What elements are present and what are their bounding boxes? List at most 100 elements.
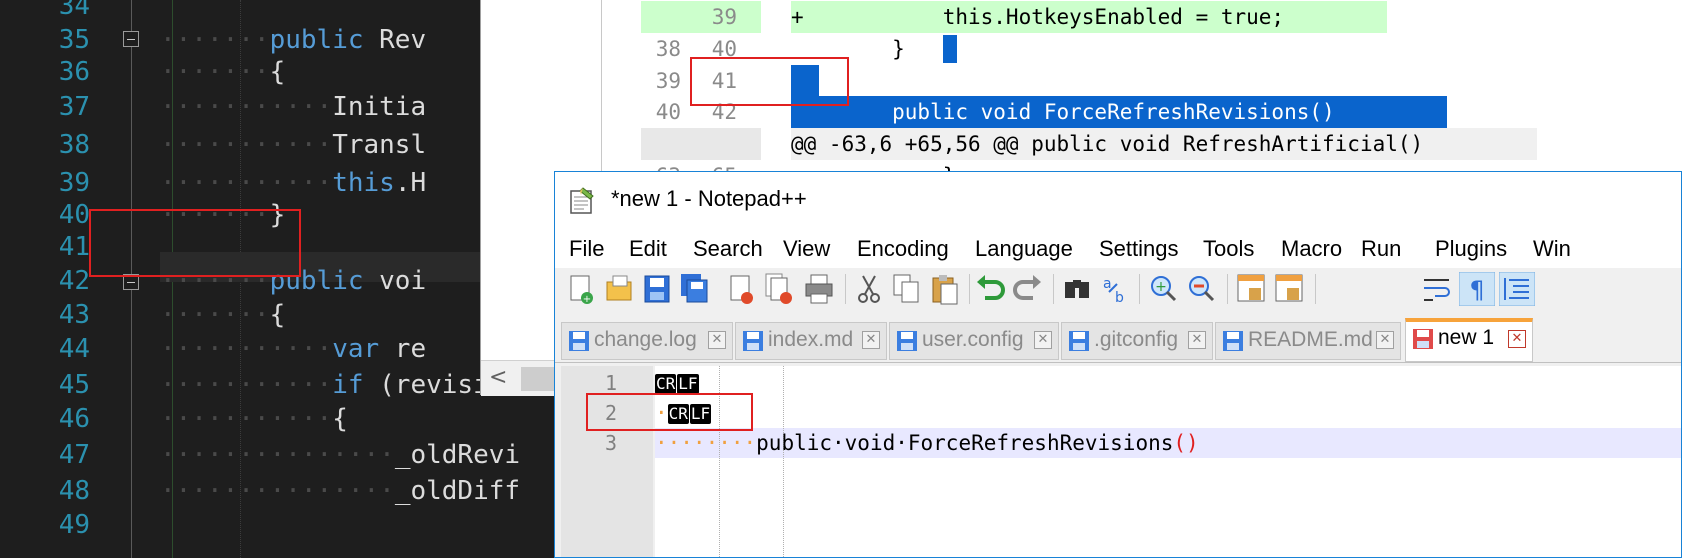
save-icon[interactable] xyxy=(641,272,673,306)
whitespace-dots: ··········· xyxy=(160,370,333,400)
paste-icon[interactable] xyxy=(929,272,961,306)
menu-search[interactable]: Search xyxy=(693,236,763,262)
line-number: 42 xyxy=(58,266,90,296)
menu-file[interactable]: File xyxy=(569,236,604,262)
menu-settings[interactable]: Settings xyxy=(1099,236,1179,262)
word-wrap-icon[interactable] xyxy=(1421,272,1453,306)
scroll-left-icon[interactable]: < xyxy=(489,365,507,390)
find-icon[interactable] xyxy=(1061,272,1093,306)
svg-text:+: + xyxy=(583,294,591,305)
open-file-icon[interactable] xyxy=(603,272,635,306)
code-text: ···········{ xyxy=(160,402,348,436)
diff-row[interactable]: 39 + this.HotkeysEnabled = true; xyxy=(641,1,1682,33)
tab-readme-md[interactable]: README.md ✕ xyxy=(1215,322,1401,360)
tab-label: user.config xyxy=(922,328,1024,351)
code-text: ·······public Rev xyxy=(160,23,426,57)
keyword: this xyxy=(332,168,395,198)
whitespace-dots: ··········· xyxy=(160,168,333,198)
menu-plugins[interactable]: Plugins xyxy=(1435,236,1507,262)
identifier: Initia xyxy=(332,92,427,122)
close-tab-icon[interactable]: ✕ xyxy=(1188,331,1206,349)
copy-icon[interactable] xyxy=(891,272,923,306)
whitespace-dots: ········ xyxy=(655,431,757,455)
identifier: Transl xyxy=(332,130,427,160)
code-line: 46 ···········{ xyxy=(0,402,600,436)
tab-change-log[interactable]: change.log ✕ xyxy=(561,322,733,360)
toolbar-separator xyxy=(1139,274,1140,304)
identifier: { xyxy=(332,404,348,434)
zoom-in-icon[interactable]: + xyxy=(1147,272,1179,306)
identifier: re xyxy=(379,334,427,364)
new-line-number: 39 xyxy=(711,5,737,29)
menu-macro[interactable]: Macro xyxy=(1281,236,1342,262)
notepad-app-icon xyxy=(570,187,594,214)
file-saved-icon xyxy=(1413,329,1433,349)
old-line-number: 39 xyxy=(655,69,681,93)
line-number: 39 xyxy=(58,168,90,198)
undo-icon[interactable] xyxy=(975,272,1007,306)
old-line-number: 38 xyxy=(655,37,681,61)
file-saved-icon xyxy=(1069,331,1089,351)
menu-view[interactable]: View xyxy=(783,236,830,262)
menu-run[interactable]: Run xyxy=(1361,236,1401,262)
tab-index-md[interactable]: index.md ✕ xyxy=(735,322,887,360)
close-tab-icon[interactable]: ✕ xyxy=(1376,331,1394,349)
identifier: Rev xyxy=(363,25,427,55)
diff-text: @@ -63,6 +65,56 @@ public void RefreshAr… xyxy=(791,128,1537,160)
line-number: 36 xyxy=(58,57,90,87)
close-file-icon[interactable] xyxy=(725,272,757,306)
code-text: ···········if (revision xyxy=(160,368,520,402)
whitespace-dots: ··········· xyxy=(160,92,333,122)
menu-edit[interactable]: Edit xyxy=(629,236,667,262)
text-line[interactable]: ·CR LF xyxy=(655,398,1681,428)
show-all-characters-icon[interactable]: ¶ xyxy=(1459,272,1495,306)
replace-icon[interactable]: ab xyxy=(1099,272,1131,306)
code-text: ···········this.H xyxy=(160,166,426,200)
keyword: var xyxy=(332,334,380,364)
text-line[interactable]: CR LF xyxy=(655,368,1681,398)
diff-row[interactable]: @@ -63,6 +65,56 @@ public void RefreshAr… xyxy=(641,128,1682,160)
menu-language[interactable]: Language xyxy=(975,236,1073,262)
code-text: ···············_oldRevi xyxy=(160,438,520,472)
diff-text: public void ForceRefreshRevisions() xyxy=(791,96,1447,128)
redo-icon[interactable] xyxy=(1011,272,1043,306)
print-icon[interactable] xyxy=(803,272,835,306)
close-tab-icon[interactable]: ✕ xyxy=(862,331,880,349)
indent-guide-icon[interactable] xyxy=(1499,272,1535,306)
paren-highlight: () xyxy=(1173,431,1199,455)
cut-icon[interactable] xyxy=(853,272,885,306)
annotation-box xyxy=(586,393,753,431)
tab--gitconfig[interactable]: .gitconfig ✕ xyxy=(1061,322,1213,360)
new-file-icon[interactable]: + xyxy=(565,272,597,306)
close-tab-icon[interactable]: ✕ xyxy=(708,331,726,349)
identifier: _oldDiff xyxy=(394,476,521,506)
keyword: if xyxy=(332,370,364,400)
save-all-icon[interactable] xyxy=(679,272,711,306)
sync-horizontal-icon[interactable] xyxy=(1273,272,1305,306)
toolbar-separator xyxy=(1315,274,1316,304)
tab-bar: change.log ✕ index.md ✕ user.config ✕ .gitconf… xyxy=(555,318,1681,363)
menu-encoding[interactable]: Encoding xyxy=(857,236,949,262)
svg-text:¶: ¶ xyxy=(1469,276,1484,304)
tab-label: .gitconfig xyxy=(1094,328,1179,351)
sync-vertical-icon[interactable] xyxy=(1235,272,1267,306)
identifier: _oldRevi xyxy=(394,440,521,470)
whitespace-dots: ··········· xyxy=(160,130,333,160)
zoom-out-icon[interactable] xyxy=(1185,272,1217,306)
notepad-plus-plus-window[interactable]: *new 1 - Notepad++ File Edit Search View Enc… xyxy=(554,171,1682,558)
close-tab-icon[interactable]: ✕ xyxy=(1034,331,1052,349)
tab-user-config[interactable]: user.config ✕ xyxy=(889,322,1059,360)
close-tab-icon[interactable]: ✕ xyxy=(1508,330,1526,348)
file-saved-icon xyxy=(897,331,917,351)
line-number: 47 xyxy=(58,440,90,470)
title-bar[interactable]: *new 1 - Notepad++ xyxy=(555,172,1681,230)
menu-tools[interactable]: Tools xyxy=(1203,236,1254,262)
svg-text:+: + xyxy=(1155,279,1167,295)
selection-caret xyxy=(943,35,957,63)
identifier: { xyxy=(269,300,286,330)
menu-win[interactable]: Win xyxy=(1533,236,1571,262)
tab-new-1[interactable]: new 1 ✕ xyxy=(1405,318,1533,362)
text-line[interactable]: ········public·void·ForceRefreshRevision… xyxy=(655,428,1681,458)
close-all-icon[interactable] xyxy=(763,272,795,306)
line-number: 34 xyxy=(58,0,90,21)
